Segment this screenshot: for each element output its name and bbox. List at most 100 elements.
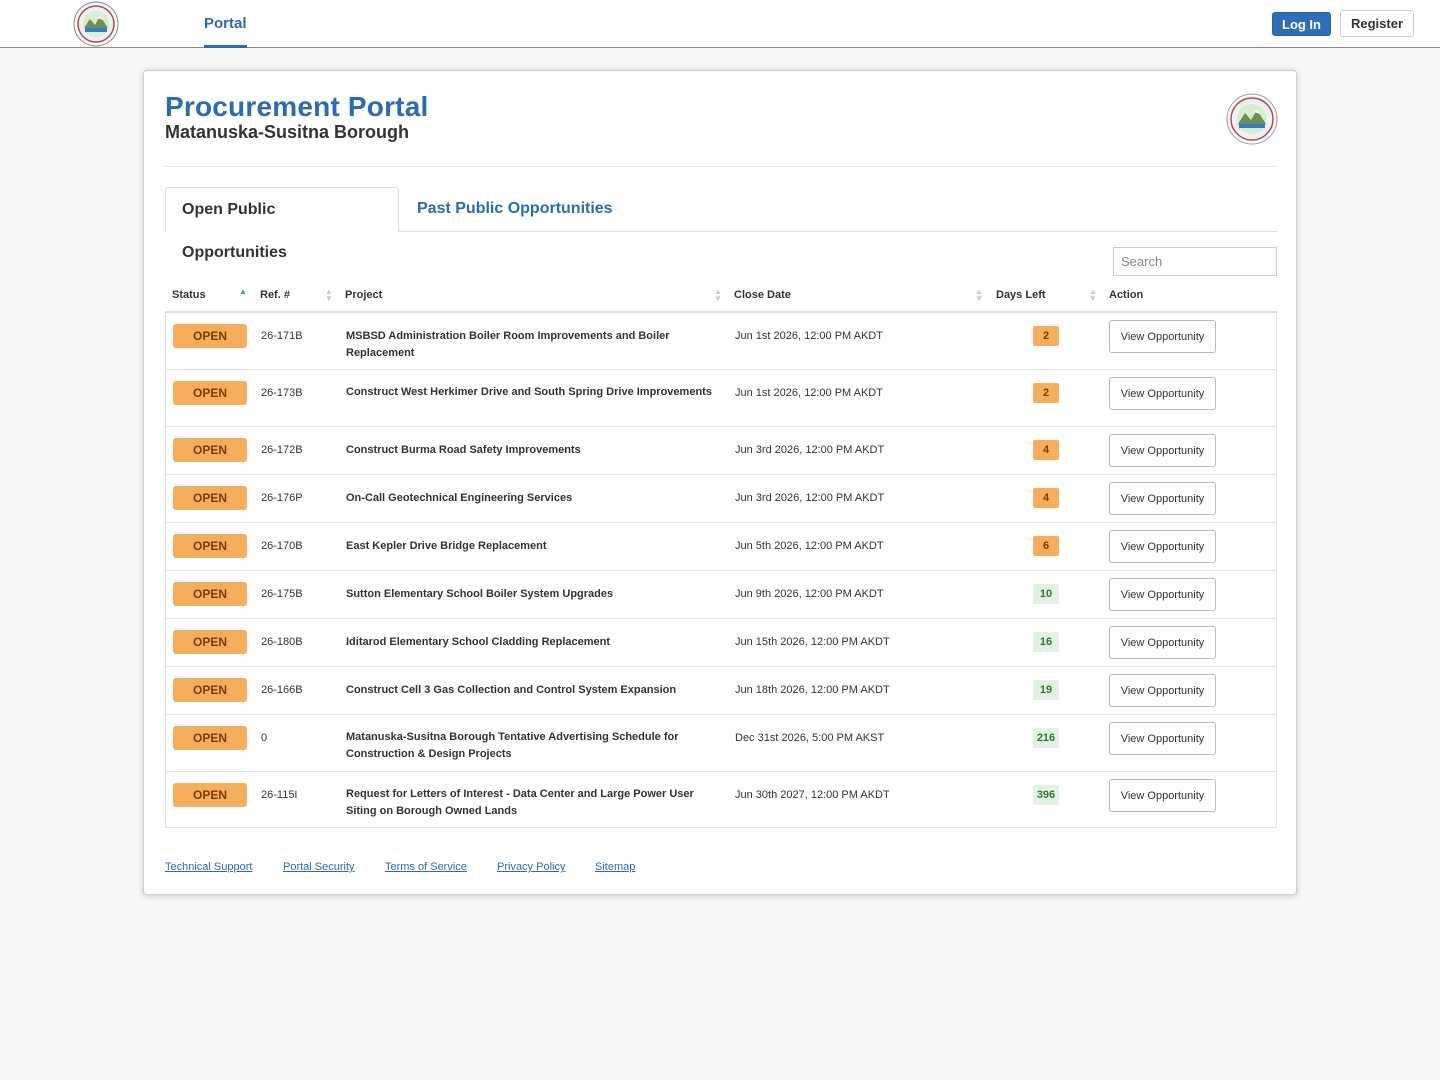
tab-past-public-opportunities[interactable]: Past Public Opportunities xyxy=(401,187,629,232)
borough-seal-icon xyxy=(1226,93,1278,145)
ref-number: 26-170B xyxy=(261,540,303,552)
table-row: OPEN 26-171B MSBSD Administration Boiler… xyxy=(166,313,1276,369)
sort-icon[interactable]: ▲ ▼ xyxy=(714,288,722,303)
view-opportunity-button[interactable]: View Opportunity xyxy=(1109,434,1216,467)
header-divider xyxy=(165,166,1277,167)
table-row: OPEN 26-173B Construct West Herkimer Dri… xyxy=(166,369,1276,426)
view-opportunity-button[interactable]: View Opportunity xyxy=(1109,722,1216,755)
table-row: OPEN 26-115I Request for Letters of Inte… xyxy=(166,771,1276,827)
table-row: OPEN 26-175B Sutton Elementary School Bo… xyxy=(166,570,1276,618)
close-date: Jun 30th 2027, 12:00 PM AKDT xyxy=(735,789,890,801)
table-header: Status ▲ Ref. # ▲ ▼ Project ▲ ▼ Close Date… xyxy=(165,283,1277,313)
project-name: Matanuska-Susitna Borough Tentative Adve… xyxy=(346,731,679,760)
status-badge: OPEN xyxy=(173,630,247,654)
days-left-badge: 396 xyxy=(1033,785,1059,805)
footer-link-sitemap[interactable]: Sitemap xyxy=(595,861,635,873)
ref-number: 0 xyxy=(261,732,268,744)
days-left-badge: 10 xyxy=(1033,584,1059,604)
close-date: Jun 15th 2026, 12:00 PM AKDT xyxy=(735,636,890,648)
close-date: Dec 31st 2026, 5:00 PM AKST xyxy=(735,732,885,744)
view-opportunity-button[interactable]: View Opportunity xyxy=(1109,482,1216,515)
nav-portal-link[interactable]: Portal xyxy=(204,0,247,48)
close-date: Jun 9th 2026, 12:00 PM AKDT xyxy=(735,588,884,600)
log-in-button[interactable]: Log In xyxy=(1272,12,1331,36)
project-name: Construct West Herkimer Drive and South … xyxy=(346,386,712,398)
project-name: On-Call Geotechnical Engineering Service… xyxy=(346,492,573,504)
status-badge: OPEN xyxy=(173,438,247,462)
tab-open-public-opportunities[interactable]: Open Public Opportunities xyxy=(165,187,399,261)
close-date: Jun 1st 2026, 12:00 PM AKDT xyxy=(735,387,883,399)
status-badge: OPEN xyxy=(173,381,247,405)
column-header-project[interactable]: Project xyxy=(345,283,382,311)
ref-number: 26-173B xyxy=(261,387,303,399)
column-header-ref[interactable]: Ref. # xyxy=(260,283,290,311)
days-left-badge: 2 xyxy=(1033,326,1059,346)
footer-link-terms-of-service[interactable]: Terms of Service xyxy=(385,861,467,873)
sort-icon[interactable]: ▲ ▼ xyxy=(1089,288,1097,303)
project-name: MSBSD Administration Boiler Room Improve… xyxy=(346,330,670,359)
project-name: East Kepler Drive Bridge Replacement xyxy=(346,540,547,552)
column-header-status[interactable]: Status xyxy=(172,283,206,311)
page-title: Procurement Portal xyxy=(165,91,429,122)
main-card: Procurement Portal Matanuska-Susitna Bor… xyxy=(143,70,1297,895)
opportunity-tabs: Open Public Opportunities Past Public Op… xyxy=(165,187,1277,261)
status-badge: OPEN xyxy=(173,582,247,606)
project-name: Iditarod Elementary School Cladding Repl… xyxy=(346,636,611,648)
search-input[interactable] xyxy=(1113,247,1277,276)
footer-link-privacy-policy[interactable]: Privacy Policy xyxy=(497,861,565,873)
view-opportunity-button[interactable]: View Opportunity xyxy=(1109,779,1216,812)
ref-number: 26-180B xyxy=(261,636,303,648)
top-navbar: Portal Log In Register xyxy=(0,0,1440,48)
days-left-badge: 4 xyxy=(1033,440,1059,460)
view-opportunity-button[interactable]: View Opportunity xyxy=(1109,320,1216,353)
borough-seal-logo-icon[interactable] xyxy=(71,0,121,48)
table-row: OPEN 26-180B Iditarod Elementary School … xyxy=(166,618,1276,666)
column-header-close-date[interactable]: Close Date xyxy=(734,283,791,311)
status-badge: OPEN xyxy=(173,678,247,702)
close-date: Jun 3rd 2026, 12:00 PM AKDT xyxy=(735,444,885,456)
opportunities-table: Status ▲ Ref. # ▲ ▼ Project ▲ ▼ Close Date… xyxy=(165,283,1277,828)
close-date: Jun 18th 2026, 12:00 PM AKDT xyxy=(735,684,890,696)
close-date: Jun 3rd 2026, 12:00 PM AKDT xyxy=(735,492,885,504)
sort-icon[interactable]: ▲ ▼ xyxy=(325,288,333,303)
ref-number: 26-166B xyxy=(261,684,303,696)
close-date: Jun 1st 2026, 12:00 PM AKDT xyxy=(735,330,883,342)
status-badge: OPEN xyxy=(173,486,247,510)
project-name: Sutton Elementary School Boiler System U… xyxy=(346,588,614,600)
days-left-badge: 2 xyxy=(1033,383,1059,403)
close-date: Jun 5th 2026, 12:00 PM AKDT xyxy=(735,540,884,552)
table-body: OPEN 26-171B MSBSD Administration Boiler… xyxy=(165,313,1277,828)
view-opportunity-button[interactable]: View Opportunity xyxy=(1109,578,1216,611)
register-button[interactable]: Register xyxy=(1340,10,1414,37)
table-row: OPEN 0 Matanuska-Susitna Borough Tentati… xyxy=(166,714,1276,771)
project-name: Construct Cell 3 Gas Collection and Cont… xyxy=(346,684,677,696)
ref-number: 26-115I xyxy=(261,789,298,801)
status-badge: OPEN xyxy=(173,534,247,558)
table-row: OPEN 26-176P On-Call Geotechnical Engine… xyxy=(166,474,1276,522)
column-header-action: Action xyxy=(1109,289,1144,301)
view-opportunity-button[interactable]: View Opportunity xyxy=(1109,377,1216,410)
sort-icon[interactable]: ▲ ▼ xyxy=(975,288,983,303)
footer-link-technical-support[interactable]: Technical Support xyxy=(165,861,252,873)
ref-number: 26-175B xyxy=(261,588,303,600)
ref-number: 26-172B xyxy=(261,444,303,456)
table-row: OPEN 26-166B Construct Cell 3 Gas Collec… xyxy=(166,666,1276,714)
footer-link-portal-security[interactable]: Portal Security xyxy=(283,861,355,873)
view-opportunity-button[interactable]: View Opportunity xyxy=(1109,626,1216,659)
sort-icon[interactable]: ▲ xyxy=(239,288,247,296)
days-left-badge: 6 xyxy=(1033,536,1059,556)
days-left-badge: 19 xyxy=(1033,680,1059,700)
project-name: Request for Letters of Interest - Data C… xyxy=(346,788,694,817)
column-header-days-left[interactable]: Days Left xyxy=(996,283,1046,311)
page-subtitle: Matanuska-Susitna Borough xyxy=(165,122,410,142)
days-left-badge: 16 xyxy=(1033,632,1059,652)
status-badge: OPEN xyxy=(173,726,247,750)
table-row: OPEN 26-170B East Kepler Drive Bridge Re… xyxy=(166,522,1276,570)
ref-number: 26-176P xyxy=(261,492,303,504)
ref-number: 26-171B xyxy=(261,330,303,342)
days-left-badge: 4 xyxy=(1033,488,1059,508)
view-opportunity-button[interactable]: View Opportunity xyxy=(1109,674,1216,707)
days-left-badge: 216 xyxy=(1033,728,1059,748)
view-opportunity-button[interactable]: View Opportunity xyxy=(1109,530,1216,563)
project-name: Construct Burma Road Safety Improvements xyxy=(346,444,581,456)
